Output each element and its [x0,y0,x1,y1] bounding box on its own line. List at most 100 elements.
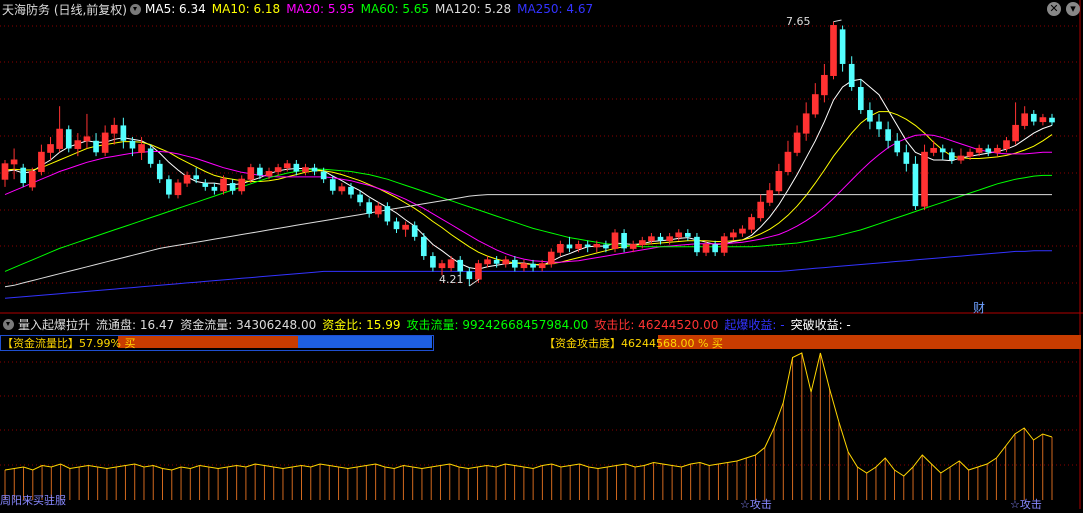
indicator-item: 突破收益: - [790,317,851,332]
candle-body-up-fill [247,167,254,180]
candle-body-down [457,259,464,272]
ma-legend-item: MA60: 5.65 [360,2,430,16]
candle-body-down [603,244,609,249]
attack-ratio-bar: 【资金攻击度】46244568.00 % 买 [542,335,1081,350]
ma-legend-item: MA120: 5.28 [435,2,512,16]
candle-body-down [193,175,200,180]
low-price-label: 4.21 [439,273,464,286]
candle-body-up-fill [138,144,145,153]
candle-body-up-fill [766,190,773,203]
candle-body-down [93,140,99,153]
high-marker-line [833,19,842,23]
more-icon[interactable]: ▾ [1066,2,1080,16]
close-icon[interactable]: ✕ [1047,2,1061,16]
indicator-name[interactable]: 量入起爆拉升 [18,316,90,333]
ma-line-ma60 [4,168,1052,272]
attack-signal-1: ☆攻击 [740,498,772,511]
candle-body-up-fill [1040,117,1046,122]
candle-body-up-fill [958,156,964,160]
candle-body-down [311,167,318,172]
stock-title[interactable]: 天海防务 (日线,前复权) [2,1,127,18]
indicator-item: 流通盘: 16.47 [96,317,175,332]
candle-body-down [366,202,372,214]
dropdown-icon[interactable] [3,318,14,330]
candle-body-down [211,186,218,191]
indicator-line [4,352,1053,477]
stock-chart-panel[interactable] [0,0,1083,509]
candle-body-down [147,148,154,164]
candle-body-down [348,186,354,195]
candle-body-up-fill [539,263,545,268]
candle-body-up-fill [639,240,646,245]
candle-body-down [939,148,946,153]
candle-body-down [912,163,919,207]
candle-body-up-fill [812,94,819,114]
candle-body-up-fill [439,263,445,268]
candle-body-down [202,183,209,187]
candle-body-up-fill [748,217,755,230]
candle-body-up-fill [220,179,227,191]
candle-body-down [229,183,236,191]
indicator-item: 攻击比: 46244520.00 [594,317,719,332]
candle-body-up-fill [721,236,728,253]
candle-body-up-fill [284,163,291,168]
candle-body-down [329,179,336,191]
candle-body-up-fill [593,244,600,247]
candle-body-down [712,244,718,253]
candle-body-up-fill [821,75,828,95]
finance-marker[interactable]: 财 [973,299,985,316]
candle-body-up-fill [238,179,245,191]
candle-body-down [657,236,664,241]
candle-body-up-fill [830,25,837,76]
candle-body-up-fill [757,202,764,218]
ma-line-ma20 [4,134,1052,263]
candle-body-up-fill [730,233,737,237]
flow-empty [298,336,432,348]
candle-body-up-fill [612,233,618,249]
candle-body-down [530,263,536,268]
indicator-item: 起爆收益: - [724,317,785,332]
candle-body-up-fill [84,136,90,141]
candle-body-up-fill [339,186,345,191]
candle-body-down [848,63,855,87]
candle-body-down [320,171,327,180]
candle-body-down [166,179,172,195]
candle-body-up-fill [56,129,63,149]
candle-body-down [129,140,136,149]
candle-body-down [1030,113,1037,122]
candle-body-up-fill [739,229,746,233]
flow-ratio-label: 【资金流量比】57.99% 买 [2,337,136,350]
attack-signal-2: ☆攻击 [1010,498,1042,511]
candle-body-down [694,236,700,253]
candle-body-up-fill [484,259,491,264]
candle-body-up-fill [521,263,527,268]
candle-body-up-fill [648,236,655,241]
indicator-header: 量入起爆拉升 流通盘: 16.47 资金流量: 34306248.00 资金比: 1… [0,315,857,333]
candle-body-down [566,244,573,249]
candle-body-up-fill [994,148,1001,153]
candle-body-up-fill [675,233,682,237]
candle-body-up-fill [175,183,181,195]
candle-body-up-fill [448,259,454,268]
candlestick-chart[interactable] [0,0,1083,509]
candle-body-up-fill [703,244,709,253]
candle-body-up-fill [785,152,791,172]
candle-body-up-fill [921,152,928,207]
candle-body-down [1049,117,1055,123]
candle-body-down [621,233,627,249]
ma-line-ma250 [4,250,1052,299]
candle-body-up-fill [803,113,810,134]
indicator-item: 资金比: 15.99 [322,317,401,332]
candle-body-up-fill [475,263,482,280]
ma-line-ma10 [4,111,1053,265]
ma-legend-item: MA10: 6.18 [211,2,281,16]
candle-body-down [857,87,864,111]
ma-legend: MA5: 6.34 MA10: 6.18 MA20: 5.95 MA60: 5.65 M… [145,2,599,16]
candle-body-down [903,152,910,164]
candle-body-up-fill [275,167,281,172]
candle-body-down [357,194,363,203]
candle-body-down [894,140,901,153]
dropdown-icon[interactable] [130,3,141,15]
candle-body-up-fill [302,167,309,172]
flow-fill [118,336,298,348]
